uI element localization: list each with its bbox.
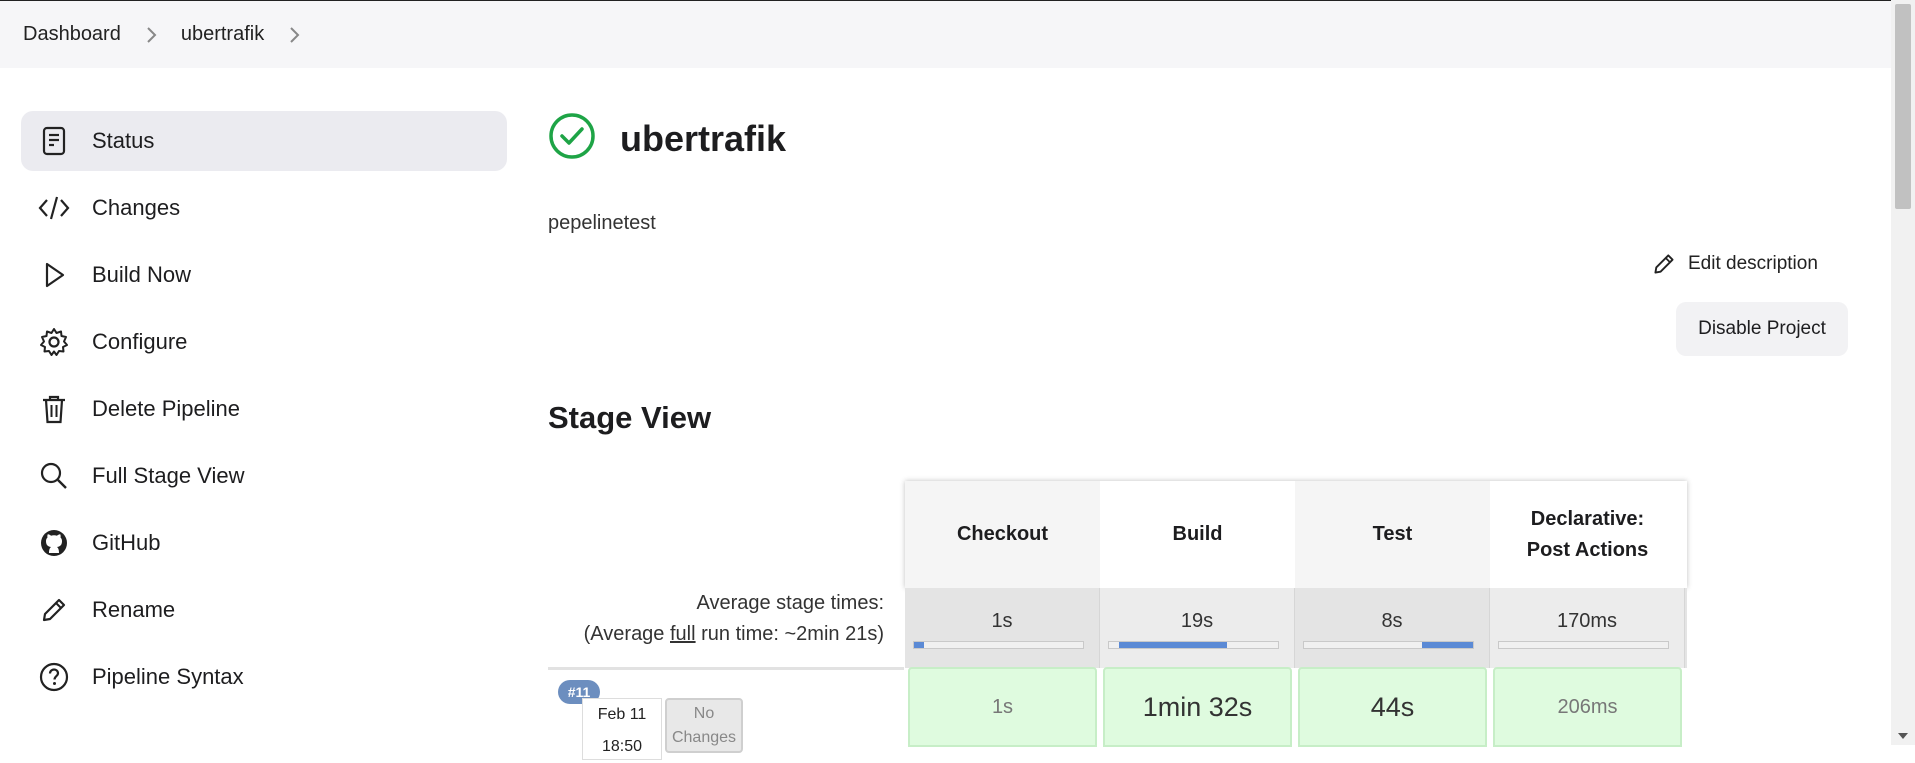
build-date: Feb 11 18:50: [582, 698, 662, 760]
sidebar-item-pipeline-syntax[interactable]: Pipeline Syntax: [21, 647, 507, 707]
project-description: pepelinetest: [548, 212, 656, 234]
avg-label-post: run time: ~2min 21s): [695, 623, 884, 645]
stage-view-table: Checkout Build Test Declarative: Post Act…: [905, 481, 1687, 668]
build-stage-cells: 1s 1min 32s 44s 206ms: [908, 667, 1688, 747]
page-header: ubertrafik: [548, 112, 786, 165]
avg-cell-build: 19s: [1100, 588, 1295, 668]
stage-name: Build: [1172, 523, 1223, 545]
progress-fill: [1422, 642, 1473, 648]
stage-cell-checkout[interactable]: 1s: [908, 667, 1097, 747]
sidebar-item-github[interactable]: GitHub: [21, 513, 507, 573]
gear-icon: [38, 326, 70, 358]
sidebar-item-rename[interactable]: Rename: [21, 580, 507, 640]
page-title: ubertrafik: [620, 117, 787, 159]
avg-time: 8s: [1381, 610, 1403, 632]
avg-cell-checkout: 1s: [905, 588, 1100, 668]
edit-description-link[interactable]: Edit description: [1652, 252, 1818, 276]
help-icon: [38, 661, 70, 693]
stage-name-line2: Post Actions: [1526, 538, 1649, 561]
github-icon: [38, 527, 70, 559]
sidebar-item-label: Changes: [92, 195, 181, 220]
stage-cell-post-actions[interactable]: 206ms: [1493, 667, 1682, 747]
code-icon: [38, 192, 70, 224]
no-changes-line2: Changes: [671, 729, 737, 746]
stage-header-build: Build: [1100, 481, 1295, 588]
sidebar-item-label: Delete Pipeline: [92, 396, 240, 421]
stage-cell-test[interactable]: 44s: [1298, 667, 1487, 747]
avg-time: 170ms: [1556, 610, 1618, 632]
avg-label-line2: (Average full run time: ~2min 21s): [548, 619, 884, 650]
vertical-scrollbar[interactable]: [1891, 0, 1915, 745]
pencil-icon: [1652, 252, 1676, 276]
scrollbar-thumb[interactable]: [1895, 4, 1911, 209]
stage-header-test: Test: [1295, 481, 1490, 588]
sidebar-item-label: Full Stage View: [92, 463, 245, 488]
stage-name: Test: [1372, 523, 1413, 545]
no-changes-line1: No: [693, 705, 715, 722]
sidebar-item-label: Status: [92, 128, 155, 153]
success-status-icon: [548, 112, 596, 165]
disable-project-button[interactable]: Disable Project: [1676, 302, 1848, 356]
progress-track: [1108, 641, 1279, 649]
play-icon: [38, 259, 70, 291]
sidebar-item-full-stage-view[interactable]: Full Stage View: [21, 446, 507, 506]
avg-cell-test: 8s: [1295, 588, 1490, 668]
avg-time: 1s: [991, 610, 1013, 632]
stage-name: Declarative:: [1530, 507, 1645, 530]
progress-track: [1303, 641, 1474, 649]
status-icon: [38, 125, 70, 157]
stage-name: Checkout: [956, 523, 1049, 545]
build-date-time: 18:50: [601, 738, 643, 755]
avg-cell-post-actions: 170ms: [1490, 588, 1685, 668]
stage-view-heading: Stage View: [548, 400, 712, 435]
breadcrumb-ubertrafik[interactable]: ubertrafik: [181, 23, 264, 46]
average-times-row: 1s 19s 8s 170ms: [905, 588, 1687, 668]
chevron-right-icon[interactable]: [288, 26, 300, 44]
sidebar-item-label: GitHub: [92, 530, 161, 555]
sidebar-item-status[interactable]: Status: [21, 111, 507, 171]
chevron-right-icon[interactable]: [145, 26, 157, 44]
edit-description-label: Edit description: [1688, 253, 1818, 274]
avg-time: 19s: [1180, 610, 1214, 632]
build-run-row: #11 Feb 11 18:50 No Changes 1s 1min 32s …: [548, 667, 1688, 760]
progress-fill: [1119, 642, 1228, 648]
avg-label-pre: (Average: [583, 623, 670, 645]
pencil-icon: [38, 594, 70, 626]
sidebar-item-label: Configure: [92, 329, 188, 354]
search-icon: [38, 460, 70, 492]
progress-fill: [914, 642, 925, 648]
trash-icon: [38, 393, 70, 425]
sidebar-item-label: Pipeline Syntax: [92, 664, 244, 689]
stage-cell-build[interactable]: 1min 32s: [1103, 667, 1292, 747]
sidebar-item-label: Build Now: [92, 262, 192, 287]
progress-track: [1498, 641, 1669, 649]
scroll-down-icon[interactable]: [1898, 733, 1908, 739]
sidebar-item-delete-pipeline[interactable]: Delete Pipeline: [21, 379, 507, 439]
sidebar-item-label: Rename: [92, 597, 176, 622]
build-date-day: Feb 11: [597, 706, 647, 723]
stage-header-checkout: Checkout: [905, 481, 1100, 588]
sidebar-item-build-now[interactable]: Build Now: [21, 245, 507, 305]
sidebar: Status Changes Build Now Configure Delet…: [21, 111, 507, 714]
sidebar-item-changes[interactable]: Changes: [21, 178, 507, 238]
breadcrumb-bar: Dashboard ubertrafik: [0, 0, 1891, 68]
stage-header-row: Checkout Build Test Declarative: Post Act…: [905, 481, 1687, 588]
avg-label-line1: Average stage times:: [696, 592, 884, 614]
breadcrumb-dashboard[interactable]: Dashboard: [23, 23, 121, 46]
build-run-info: #11 Feb 11 18:50 No Changes: [548, 667, 904, 760]
stage-header-post-actions: Declarative: Post Actions: [1490, 481, 1685, 588]
full-run-time-link[interactable]: full: [670, 623, 696, 645]
average-stage-times-label: Average stage times: (Average full run t…: [548, 588, 884, 650]
progress-track: [913, 641, 1084, 649]
sidebar-item-configure[interactable]: Configure: [21, 312, 507, 372]
